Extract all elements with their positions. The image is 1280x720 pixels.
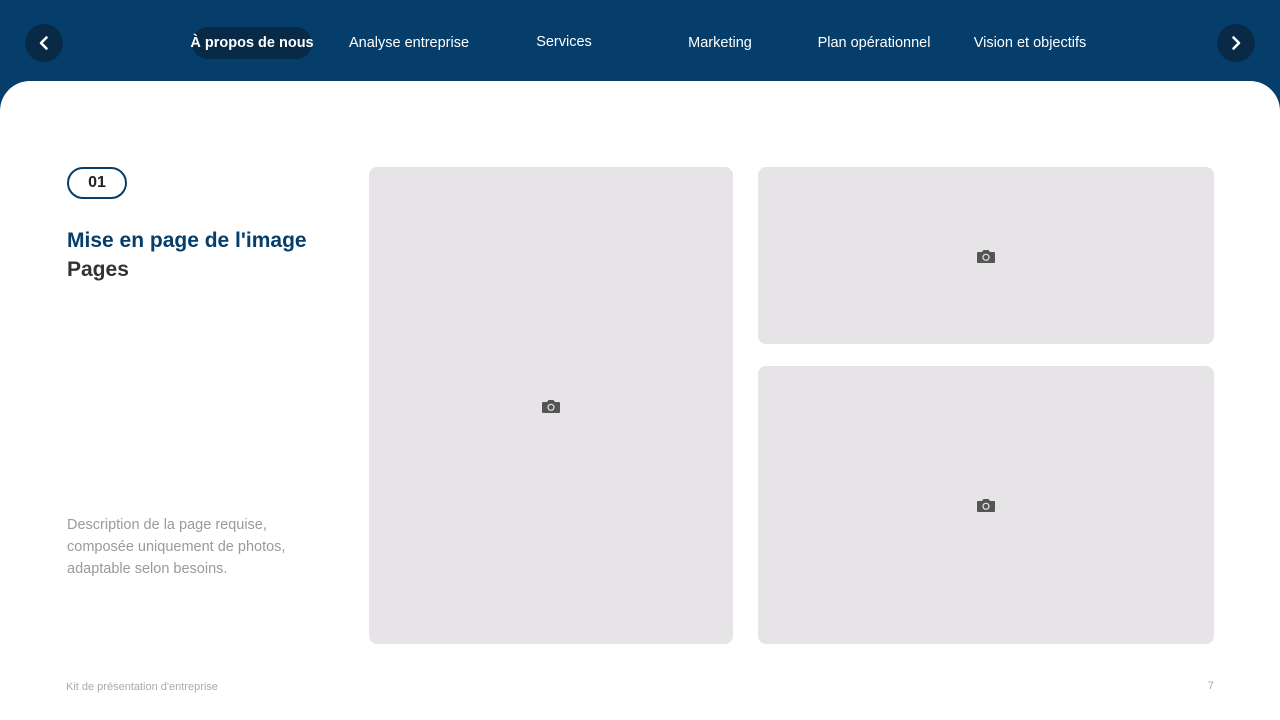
tab-services[interactable]: Services bbox=[520, 26, 608, 58]
tab-vision-objectifs[interactable]: Vision et objectifs bbox=[966, 27, 1094, 59]
next-slide-button[interactable] bbox=[1217, 24, 1255, 62]
chevron-right-icon bbox=[1232, 36, 1241, 50]
tab-analyse-entreprise[interactable]: Analyse entreprise bbox=[340, 27, 478, 59]
camera-icon bbox=[977, 499, 995, 512]
tab-marketing[interactable]: Marketing bbox=[674, 27, 766, 59]
photo-placeholder-top[interactable] bbox=[758, 167, 1214, 344]
section-number-badge: 01 bbox=[67, 167, 127, 199]
footer-text: Kit de présentation d'entreprise bbox=[66, 681, 218, 693]
page-number: 7 bbox=[1207, 680, 1214, 692]
photo-placeholder-bottom[interactable] bbox=[758, 366, 1214, 644]
camera-icon bbox=[977, 249, 995, 263]
slide-content: 01 Mise en page de l'image Pages Descrip… bbox=[0, 81, 1280, 720]
prev-slide-button[interactable] bbox=[25, 24, 63, 62]
camera-icon bbox=[542, 399, 560, 413]
tab-plan-operationnel[interactable]: Plan opérationnel bbox=[812, 27, 936, 59]
section-title: Mise en page de l'image bbox=[67, 229, 307, 252]
section-description: Description de la page requise, composée… bbox=[67, 517, 286, 577]
chevron-left-icon bbox=[39, 36, 48, 50]
tab-a-propos[interactable]: À propos de nous bbox=[190, 27, 314, 59]
section-subtitle: Pages bbox=[67, 258, 129, 281]
photo-placeholder-large[interactable] bbox=[369, 167, 733, 644]
